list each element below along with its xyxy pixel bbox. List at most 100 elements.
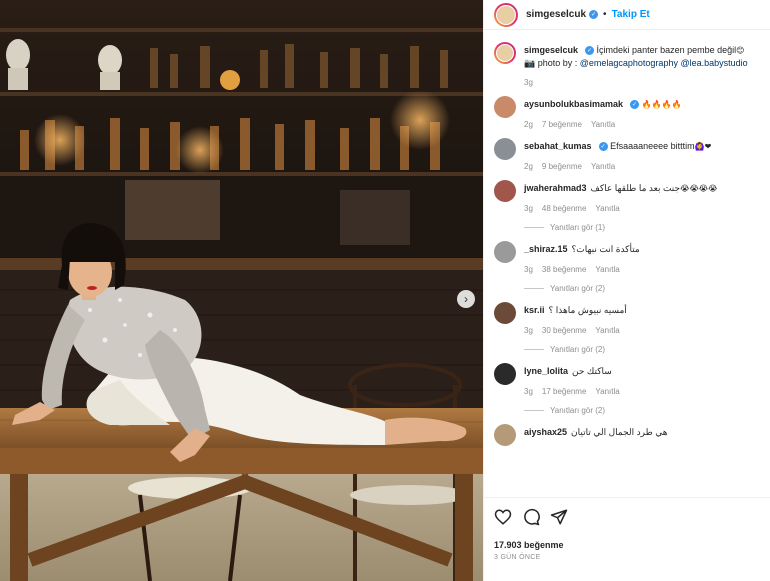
- commenter-avatar[interactable]: [494, 424, 516, 446]
- comment-text: aysunbolukbasimamak ✓ 🔥🔥🔥🔥: [524, 98, 760, 111]
- comment-body: جنت بعد ما طلقها عاكف: [590, 183, 681, 193]
- caption-meta: 3g: [524, 78, 760, 87]
- comment-time: 3g: [524, 204, 533, 213]
- view-replies-button[interactable]: Yanıtları gör (2): [524, 406, 760, 415]
- commenter-avatar[interactable]: [494, 96, 516, 118]
- comment-text: lyne_lolita ساكتك حن: [524, 365, 760, 378]
- comment-body: أمسيه نبيوش ماهذا ؟: [548, 305, 627, 315]
- reply-button[interactable]: Yanıtla: [591, 120, 615, 129]
- comment-time: 3g: [524, 387, 533, 396]
- commenter-avatar[interactable]: [494, 302, 516, 324]
- comment-icon[interactable]: [522, 508, 540, 526]
- view-replies-button[interactable]: Yanıtları gör (1): [524, 223, 760, 232]
- header-separator: •: [603, 9, 607, 20]
- comment-text: _shiraz.15 متأكدة انت نبهات؟: [524, 243, 760, 256]
- comment-time: 3g: [524, 265, 533, 274]
- caption: simgeselcuk ✓ İçimdeki panter bazen pembe…: [494, 42, 760, 87]
- view-replies-label: Yanıtları gör (2): [550, 284, 605, 293]
- commenter-avatar[interactable]: [494, 180, 516, 202]
- comment-item: jwaherahmad3 جنت بعد ما طلقها عاكف😭😭😭😭 3g 4…: [494, 180, 760, 232]
- comment-item: aysunbolukbasimamak ✓ 🔥🔥🔥🔥 2g 7 beğenme Yanı…: [494, 96, 760, 129]
- view-replies-label: Yanıtları gör (2): [550, 406, 605, 415]
- comment-item: _shiraz.15 متأكدة انت نبهات؟ 3g 38 beğenme Y…: [494, 241, 760, 293]
- comment-text: aiyshax25 هي طرد الجمال الي تاتيان: [524, 426, 760, 439]
- share-icon[interactable]: [550, 508, 568, 526]
- commenter-avatar[interactable]: [494, 363, 516, 385]
- comment-item: sebahat_kumas ✓ Efsaaaaneeee bitttim🙆‍♀️❤…: [494, 138, 760, 171]
- verified-badge-icon: ✓: [630, 100, 640, 110]
- header-username[interactable]: simgeselcuk: [526, 9, 586, 20]
- commenter-avatar[interactable]: [494, 138, 516, 160]
- comment-time: 3g: [524, 326, 533, 335]
- commenter-avatar[interactable]: [494, 241, 516, 263]
- comment-time: 2g: [524, 120, 533, 129]
- caption-photo-credit: 📷 photo by :: [524, 58, 580, 68]
- view-replies-label: Yanıtları gör (1): [550, 223, 605, 232]
- comment-body: هي طرد الجمال الي تاتيان: [571, 427, 668, 437]
- verified-badge-icon: ✓: [585, 46, 595, 56]
- follow-button[interactable]: Takip Et: [612, 9, 650, 20]
- commenter-username[interactable]: sebahat_kumas: [524, 141, 592, 151]
- replies-divider: [524, 288, 544, 289]
- chevron-right-icon[interactable]: ›: [457, 290, 475, 308]
- comment-meta: 2g 7 beğenme Yanıtla: [524, 120, 760, 129]
- comment-meta: 3g 30 beğenme Yanıtla: [524, 326, 760, 335]
- comment-body: ساكتك حن: [572, 366, 612, 376]
- comment-item: lyne_lolita ساكتك حن 3g 17 beğenme Yanıtla Ya…: [494, 363, 760, 415]
- likes-count[interactable]: 17.903 beğenme: [494, 540, 760, 550]
- commenter-username[interactable]: ksr.ii: [524, 305, 545, 315]
- comment-body: Efsaaaaneeee bitttim: [610, 141, 695, 151]
- comment-meta: 2g 9 beğenme Yanıtla: [524, 162, 760, 171]
- comment-likes[interactable]: 9 beğenme: [542, 162, 582, 171]
- comment-time: 2g: [524, 162, 533, 171]
- heart-icon[interactable]: [494, 508, 512, 526]
- caption-time: 3g: [524, 78, 533, 87]
- caption-tag-photographer[interactable]: @emelagcaphotography: [580, 58, 678, 68]
- view-replies-label: Yanıtları gör (2): [550, 345, 605, 354]
- caption-body: İçimdeki panter bazen pembe değil: [596, 45, 737, 55]
- verified-badge-icon: ✓: [589, 10, 599, 19]
- comments-list[interactable]: simgeselcuk ✓ İçimdeki panter bazen pembe…: [484, 30, 770, 497]
- reply-button[interactable]: Yanıtla: [591, 162, 615, 171]
- comment-likes[interactable]: 30 beğenme: [542, 326, 586, 335]
- replies-divider: [524, 410, 544, 411]
- caption-avatar[interactable]: [494, 42, 516, 64]
- comment-text: jwaherahmad3 جنت بعد ما طلقها عاكف😭😭😭😭: [524, 182, 760, 195]
- photo-scene: [0, 0, 483, 581]
- caption-emoji: 😊: [736, 46, 745, 55]
- post-header: simgeselcuk ✓ • Takip Et: [484, 0, 770, 30]
- comment-likes[interactable]: 48 beğenme: [542, 204, 586, 213]
- comment-meta: 3g 48 beğenme Yanıtla: [524, 204, 760, 213]
- comment-text: sebahat_kumas ✓ Efsaaaaneeee bitttim🙆‍♀️❤: [524, 140, 760, 153]
- commenter-username[interactable]: aysunbolukbasimamak: [524, 99, 623, 109]
- comment-emoji: 🙆‍♀️❤: [694, 142, 712, 151]
- reply-button[interactable]: Yanıtla: [595, 265, 619, 274]
- action-icons: [494, 507, 760, 527]
- reply-button[interactable]: Yanıtla: [595, 326, 619, 335]
- comment-likes[interactable]: 38 beğenme: [542, 265, 586, 274]
- replies-divider: [524, 349, 544, 350]
- caption-tag-studio[interactable]: @lea.babystudio: [680, 58, 747, 68]
- commenter-username[interactable]: aiyshax25: [524, 427, 567, 437]
- comment-meta: 3g 38 beğenme Yanıtla: [524, 265, 760, 274]
- caption-username[interactable]: simgeselcuk: [524, 45, 578, 55]
- post-detail-panel: simgeselcuk ✓ • Takip Et simgeselcuk ✓ İç…: [483, 0, 770, 581]
- comment-meta: 3g 17 beğenme Yanıtla: [524, 387, 760, 396]
- caption-text: simgeselcuk ✓ İçimdeki panter bazen pembe…: [524, 44, 760, 69]
- reply-button[interactable]: Yanıtla: [595, 387, 619, 396]
- post-date: 3 GÜN ÖNCE: [494, 554, 541, 561]
- profile-avatar[interactable]: [494, 2, 518, 27]
- commenter-username[interactable]: jwaherahmad3: [524, 183, 587, 193]
- comment-body: متأكدة انت نبهات؟: [571, 244, 640, 254]
- reply-button[interactable]: Yanıtla: [595, 204, 619, 213]
- commenter-username[interactable]: lyne_lolita: [524, 366, 568, 376]
- view-replies-button[interactable]: Yanıtları gör (2): [524, 284, 760, 293]
- comment-likes[interactable]: 7 beğenme: [542, 120, 582, 129]
- post-photo: ›: [0, 0, 483, 581]
- comment-item: ksr.ii أمسيه نبيوش ماهذا ؟ 3g 30 beğenme Yan…: [494, 302, 760, 354]
- view-replies-button[interactable]: Yanıtları gör (2): [524, 345, 760, 354]
- comment-likes[interactable]: 17 beğenme: [542, 387, 586, 396]
- comment-emoji: 😭😭😭😭: [680, 184, 718, 193]
- commenter-username[interactable]: _shiraz.15: [524, 244, 568, 254]
- comment-item: aiyshax25 هي طرد الجمال الي تاتيان: [494, 424, 760, 446]
